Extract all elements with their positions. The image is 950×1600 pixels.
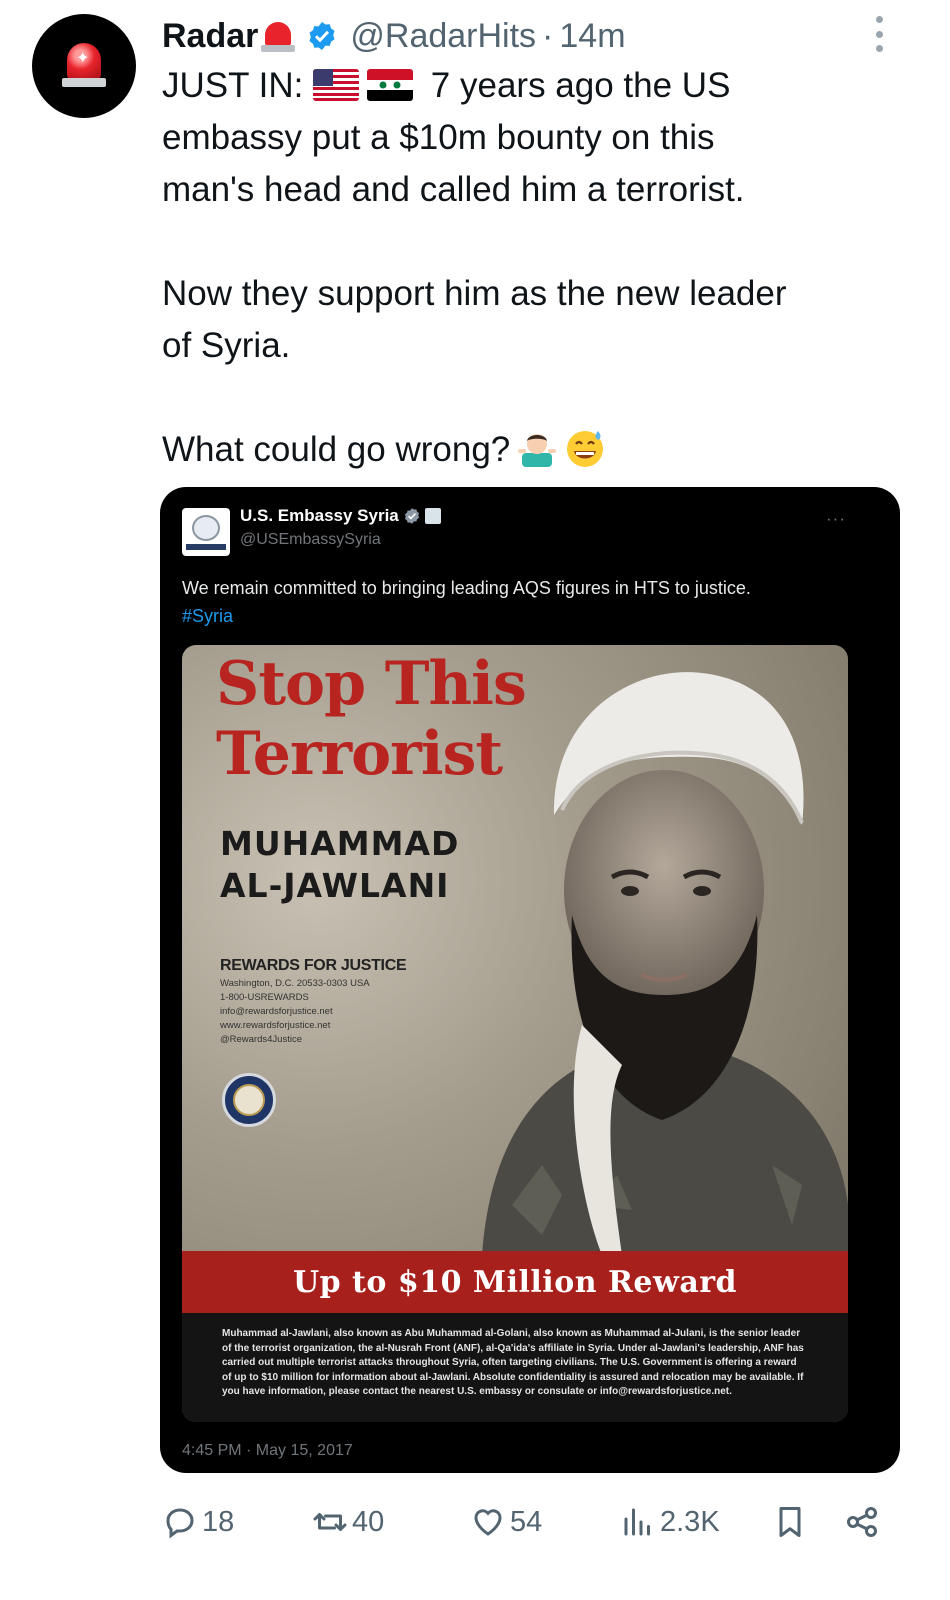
poster-name-line-2: AL-JAWLANI — [220, 866, 450, 905]
tweet-line-prefix: JUST IN: — [162, 66, 304, 105]
government-badge-icon — [424, 508, 441, 524]
like-button[interactable]: 54 — [470, 1500, 542, 1544]
separator-dot: · — [542, 16, 554, 55]
quoted-timestamp[interactable]: 4:45 PM · May 15, 2017 — [182, 1442, 353, 1460]
quoted-text: We remain committed to bringing leading … — [182, 574, 882, 630]
views-count: 2.3K — [660, 1505, 720, 1538]
tweet-line-1: JUST IN: 7 years ago the US — [162, 60, 922, 112]
poster-headline-line-1: Stop This — [216, 649, 527, 719]
poster-name-line-1: MUHAMMAD — [220, 824, 460, 863]
verified-badge-icon — [309, 22, 335, 50]
embassy-avatar[interactable] — [182, 508, 230, 556]
reply-count: 18 — [202, 1505, 235, 1538]
repost-count: 40 — [352, 1505, 385, 1538]
verified-badge-icon — [404, 508, 419, 524]
poster-headline-line-2: Terrorist — [216, 719, 503, 789]
bookmark-icon — [779, 1507, 801, 1537]
author-avatar[interactable]: ✦ — [32, 14, 136, 118]
author-name[interactable]: Radar — [162, 17, 258, 56]
quoted-author[interactable]: U.S. Embassy Syria — [240, 506, 441, 526]
rfj-title: REWARDS FOR JUSTICE — [220, 957, 407, 974]
syria-flag-icon — [367, 69, 414, 101]
tweet-line-6: What could go wrong? — [162, 424, 922, 476]
repost-button[interactable]: 40 — [312, 1500, 384, 1544]
tweet-action-bar: 18 40 54 2.3K — [162, 1500, 892, 1544]
quoted-author-name[interactable]: U.S. Embassy Syria — [240, 506, 399, 526]
poster-fine-print: Muhammad al-Jawlani, also known as Abu M… — [182, 1313, 848, 1422]
more-options-icon[interactable] — [868, 16, 890, 52]
views-icon — [624, 1508, 650, 1536]
poster-person-name: MUHAMMAD AL-JAWLANI — [220, 823, 459, 907]
tweet-text: JUST IN: 7 years ago the US embassy put … — [162, 60, 922, 476]
share-icon — [847, 1507, 877, 1537]
tweet-line-4: Now they support him as the new leader — [162, 274, 787, 313]
siren-icon — [260, 18, 296, 54]
tweet-time[interactable]: 14m — [559, 17, 625, 56]
rfj-website: www.rewardsforjustice.net — [220, 1020, 331, 1031]
author-handle[interactable]: @RadarHits — [350, 17, 536, 56]
like-icon — [474, 1509, 502, 1536]
tweet-line-5: of Syria. — [162, 326, 291, 365]
tweet-line-2: embassy put a $10m bounty on this — [162, 118, 715, 157]
quoted-tweet-card[interactable]: U.S. Embassy Syria @USEmbassySyria ··· W… — [160, 487, 900, 1473]
bookmark-button[interactable] — [772, 1500, 812, 1544]
rfj-email: info@rewardsforjustice.net — [220, 1006, 333, 1017]
share-button[interactable] — [844, 1500, 884, 1544]
wanted-poster-image[interactable]: Stop This Terrorist MUHAMMAD AL-JAWLANI … — [182, 645, 848, 1422]
reply-button[interactable]: 18 — [162, 1500, 234, 1544]
like-count: 54 — [510, 1505, 543, 1538]
rfj-twitter: @Rewards4Justice — [220, 1034, 302, 1045]
state-department-seal-icon — [222, 1073, 276, 1127]
quoted-handle[interactable]: @USEmbassySyria — [240, 531, 381, 549]
tweet-line-3: man's head and called him a terrorist. — [162, 170, 745, 209]
person-shrugging-icon — [518, 434, 557, 467]
tweet-header: Radar @RadarHits · 14m — [162, 14, 626, 58]
grinning-sweat-icon — [567, 431, 604, 467]
reward-banner: Up to $10 Million Reward — [182, 1251, 848, 1313]
reply-icon — [166, 1508, 194, 1539]
poster-headline: Stop This Terrorist — [216, 649, 527, 789]
rfj-address: Washington, D.C. 20533-0303 USA — [220, 978, 370, 989]
tweet-line-suffix: 7 years ago the US — [430, 66, 731, 105]
rfj-phone: 1-800-USREWARDS — [220, 992, 309, 1003]
quoted-more-icon[interactable]: ··· — [826, 509, 846, 529]
quoted-text-body: We remain committed to bringing leading … — [182, 578, 751, 598]
views-button[interactable]: 2.3K — [620, 1500, 720, 1544]
reward-banner-text: Up to $10 Million Reward — [292, 1264, 738, 1300]
tweet-line-question: What could go wrong? — [162, 430, 511, 469]
us-flag-icon — [313, 69, 360, 101]
rewards-for-justice-contact: REWARDS FOR JUSTICE Washington, D.C. 205… — [220, 955, 407, 1047]
siren-icon: ✦ — [59, 41, 109, 91]
hashtag-link[interactable]: #Syria — [182, 602, 882, 630]
repost-icon — [313, 1513, 347, 1531]
portrait-photo — [482, 672, 848, 1255]
